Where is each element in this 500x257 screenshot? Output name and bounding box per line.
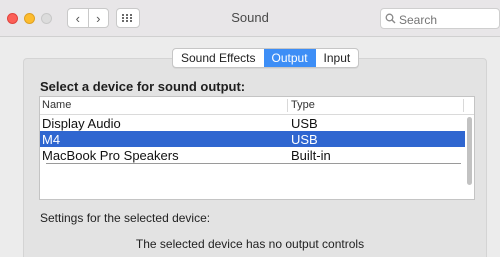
table-row[interactable]: MacBook Pro Speakers Built-in (40, 147, 465, 163)
tab-output[interactable]: Output (263, 49, 316, 67)
no-controls-message: The selected device has no output contro… (135, 237, 365, 251)
search-field[interactable] (380, 8, 500, 29)
table-row[interactable]: Display Audio USB (40, 115, 465, 131)
scrollbar-thumb[interactable] (467, 117, 472, 185)
output-heading: Select a device for sound output: (40, 79, 246, 94)
title-bar: ‹ › Sound (0, 0, 500, 37)
device-type: USB (291, 132, 318, 147)
row-divider (46, 163, 461, 164)
device-name: MacBook Pro Speakers (42, 148, 179, 163)
table-row[interactable]: M4 USB (40, 131, 465, 147)
device-name: M4 (42, 132, 61, 147)
column-divider (287, 99, 288, 112)
tab-bar: Sound Effects Output Input (172, 48, 360, 68)
column-header-type[interactable]: Type (291, 99, 315, 111)
device-type: Built-in (291, 148, 331, 163)
table-header: Name Type (40, 97, 474, 115)
search-input[interactable] (397, 11, 499, 28)
table-scrollbar[interactable] (466, 115, 473, 199)
tab-sound-effects[interactable]: Sound Effects (173, 49, 264, 67)
column-header-name[interactable]: Name (42, 99, 71, 111)
device-table: Name Type Display Audio USB M4 USB MacBo… (39, 96, 475, 200)
tab-input[interactable]: Input (316, 49, 359, 67)
settings-label: Settings for the selected device: (40, 211, 211, 225)
column-divider (463, 99, 464, 112)
device-type: USB (291, 116, 318, 131)
device-name: Display Audio (42, 116, 121, 131)
search-icon (385, 13, 396, 24)
